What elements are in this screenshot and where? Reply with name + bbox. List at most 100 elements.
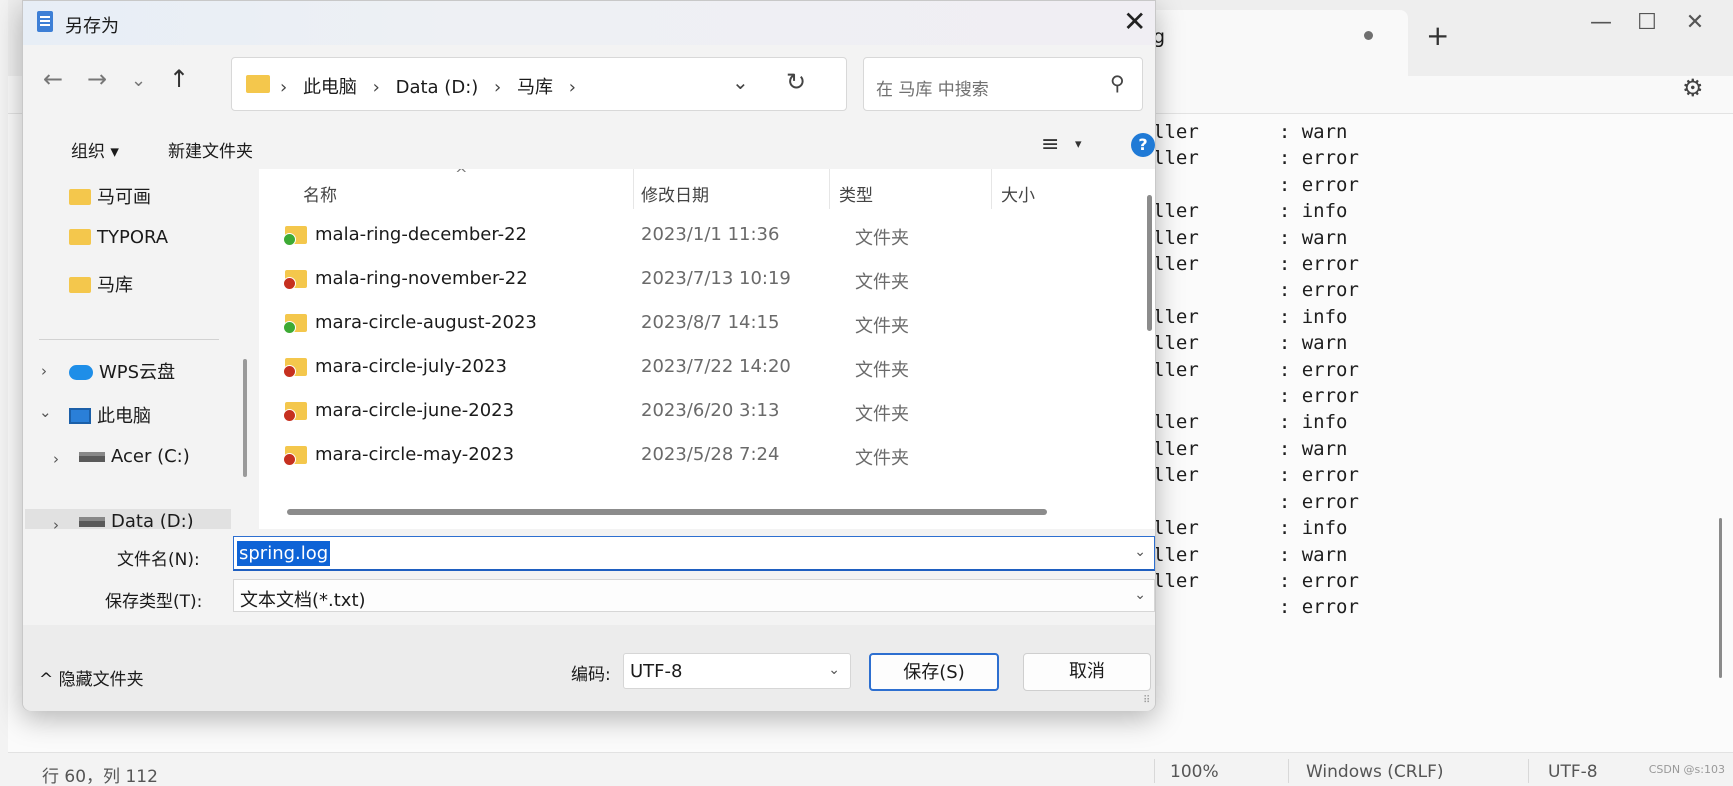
cloud-icon — [69, 365, 93, 380]
column-header-modified[interactable]: 修改日期 — [641, 181, 709, 206]
watermark: CSDN @s:103 — [1648, 763, 1725, 776]
dialog-close-button[interactable]: ✕ — [1123, 7, 1146, 37]
new-folder-button[interactable]: 新建文件夹 — [168, 137, 253, 162]
file-name: mala-ring-november-22 — [315, 268, 528, 289]
nav-item-this-pc[interactable]: 此电脑 — [69, 402, 151, 428]
breadcrumb-data-d[interactable]: Data (D:) — [396, 77, 479, 98]
sort-ascending-icon: ^ — [455, 169, 468, 183]
column-divider[interactable] — [991, 169, 992, 209]
file-name: mara-circle-may-2023 — [315, 444, 515, 465]
editor-line: ller : warn — [1153, 121, 1348, 143]
editor-line: ller : warn — [1153, 437, 1348, 460]
filetype-select[interactable]: 文本文档(*.txt) ⌄ — [233, 579, 1155, 612]
nav-item-maku[interactable]: 马库 — [69, 271, 133, 297]
back-arrow-icon[interactable]: ← — [43, 65, 63, 93]
file-list-horizontal-scrollbar[interactable] — [287, 509, 1047, 515]
folder-icon — [69, 277, 91, 293]
file-name: mara-circle-august-2023 — [315, 312, 537, 333]
breadcrumb-chevron-icon[interactable]: › — [569, 77, 576, 98]
filetype-dropdown-icon[interactable]: ⌄ — [1134, 587, 1146, 603]
organize-menu-button[interactable]: 组织 ▾ — [71, 137, 119, 162]
notepad-tab[interactable] — [1148, 10, 1408, 76]
nav-item-label: Acer (C:) — [111, 446, 190, 467]
filename-input[interactable]: spring.log ⌄ — [233, 536, 1155, 571]
editor-line: ller : warn — [1153, 226, 1348, 249]
collapse-chevron-icon[interactable]: ⌄ — [39, 403, 52, 421]
column-divider[interactable] — [633, 169, 634, 209]
nav-item-makehua[interactable]: 马可画 — [69, 183, 151, 209]
search-input[interactable]: 在 马库 中搜索 ⚲ — [863, 57, 1143, 111]
sync-error-badge-icon — [283, 453, 296, 466]
window-close-button[interactable]: ✕ — [1672, 8, 1718, 38]
encoding-select[interactable]: UTF-8 ⌄ — [623, 653, 851, 689]
column-header-name[interactable]: 名称 — [303, 181, 337, 206]
refresh-icon[interactable]: ↻ — [786, 68, 806, 96]
notepad-app-icon — [37, 11, 53, 32]
save-button[interactable]: 保存(S) — [869, 653, 999, 691]
filename-dropdown-icon[interactable]: ⌄ — [1134, 544, 1146, 560]
view-dropdown-icon[interactable]: ▾ — [1075, 137, 1082, 152]
file-row[interactable]: mara-circle-july-2023 2023/7/22 14:20 文件… — [259, 343, 1119, 391]
minimize-button[interactable]: — — [1578, 8, 1624, 38]
address-dropdown-icon[interactable]: ⌄ — [732, 70, 749, 94]
editor-scrollbar[interactable] — [1719, 518, 1722, 678]
column-header-size[interactable]: 大小 — [1001, 181, 1035, 206]
zoom-level[interactable]: 100% — [1170, 762, 1219, 782]
editor-line: ller : error — [1153, 253, 1359, 276]
recent-locations-chevron-icon[interactable]: ⌄ — [131, 67, 146, 95]
breadcrumb-maku[interactable]: 马库 — [517, 77, 553, 98]
file-row[interactable]: mala-ring-december-22 2023/1/1 11:36 文件夹 — [259, 211, 1119, 259]
settings-gear-icon[interactable]: ⚙ — [1682, 74, 1704, 102]
nav-item-drive-d[interactable]: Data (D:) — [79, 511, 194, 529]
editor-line: ller : info — [1153, 411, 1348, 434]
status-divider — [1288, 759, 1289, 783]
drive-icon — [79, 517, 105, 527]
nav-item-wps-cloud[interactable]: WPS云盘 — [69, 358, 175, 384]
breadcrumb-chevron-icon[interactable]: › — [494, 77, 501, 98]
sync-error-badge-icon — [283, 277, 296, 290]
filename-value: spring.log — [237, 541, 331, 566]
hide-folders-button[interactable]: ^ 隐藏文件夹 — [39, 665, 144, 690]
cancel-button[interactable]: 取消 — [1023, 653, 1151, 691]
file-name: mara-circle-june-2023 — [315, 400, 515, 421]
file-row[interactable]: mala-ring-november-22 2023/7/13 10:19 文件… — [259, 255, 1119, 303]
file-row[interactable]: mara-circle-may-2023 2023/5/28 7:24 文件夹 — [259, 431, 1119, 479]
help-icon[interactable]: ? — [1131, 133, 1155, 157]
encoding-label: 编码: — [571, 665, 611, 685]
forward-arrow-icon[interactable]: → — [87, 65, 107, 93]
address-bar[interactable]: › 此电脑 › Data (D:) › 马库 › ⌄ ↻ — [231, 57, 847, 111]
expand-chevron-icon[interactable]: › — [53, 516, 59, 529]
editor-line: : error — [1153, 385, 1359, 408]
column-header-type[interactable]: 类型 — [839, 181, 873, 206]
line-ending[interactable]: Windows (CRLF) — [1306, 762, 1444, 782]
editor-line: ller : error — [1153, 147, 1359, 170]
file-type: 文件夹 — [855, 404, 909, 425]
encoding-status[interactable]: UTF-8 — [1548, 762, 1598, 782]
up-arrow-icon[interactable]: ↑ — [169, 65, 189, 93]
breadcrumb-chevron-icon[interactable]: › — [373, 77, 380, 98]
expand-chevron-icon[interactable]: › — [41, 362, 47, 380]
expand-chevron-icon[interactable]: › — [53, 450, 59, 468]
breadcrumb-this-pc[interactable]: 此电脑 — [303, 77, 357, 98]
encoding-dropdown-icon[interactable]: ⌄ — [828, 662, 840, 678]
maximize-button[interactable]: ☐ — [1624, 8, 1670, 38]
search-icon[interactable]: ⚲ — [1110, 71, 1125, 95]
navigation-pane: 马可画 TYPORA 马库 › WPS云盘 ⌄ 此电脑 › Acer (C:) … — [23, 169, 255, 529]
nav-scrollbar[interactable] — [243, 359, 247, 477]
file-row[interactable]: mara-circle-august-2023 2023/8/7 14:15 文… — [259, 299, 1119, 347]
nav-item-drive-c[interactable]: Acer (C:) — [79, 446, 190, 467]
column-divider[interactable] — [829, 169, 830, 209]
editor-line: : error — [1153, 279, 1359, 302]
drive-icon — [79, 452, 105, 462]
file-list-vertical-scrollbar[interactable] — [1147, 195, 1152, 331]
save-as-dialog: 另存为 ✕ ← → ⌄ ↑ › 此电脑 › Data (D:) › 马库 › ⌄… — [22, 0, 1156, 711]
nav-item-typora[interactable]: TYPORA — [69, 227, 168, 248]
nav-item-label: 马库 — [97, 275, 133, 296]
resize-grip-icon[interactable]: ⠿ — [1143, 695, 1150, 706]
breadcrumb-chevron-icon[interactable]: › — [280, 77, 287, 98]
view-options-icon[interactable]: ≡ — [1041, 132, 1059, 157]
dialog-title: 另存为 — [65, 16, 119, 37]
file-row[interactable]: mara-circle-june-2023 2023/6/20 3:13 文件夹 — [259, 387, 1119, 435]
editor-line: ller : warn — [1153, 332, 1348, 355]
new-tab-button[interactable]: + — [1426, 22, 1449, 50]
